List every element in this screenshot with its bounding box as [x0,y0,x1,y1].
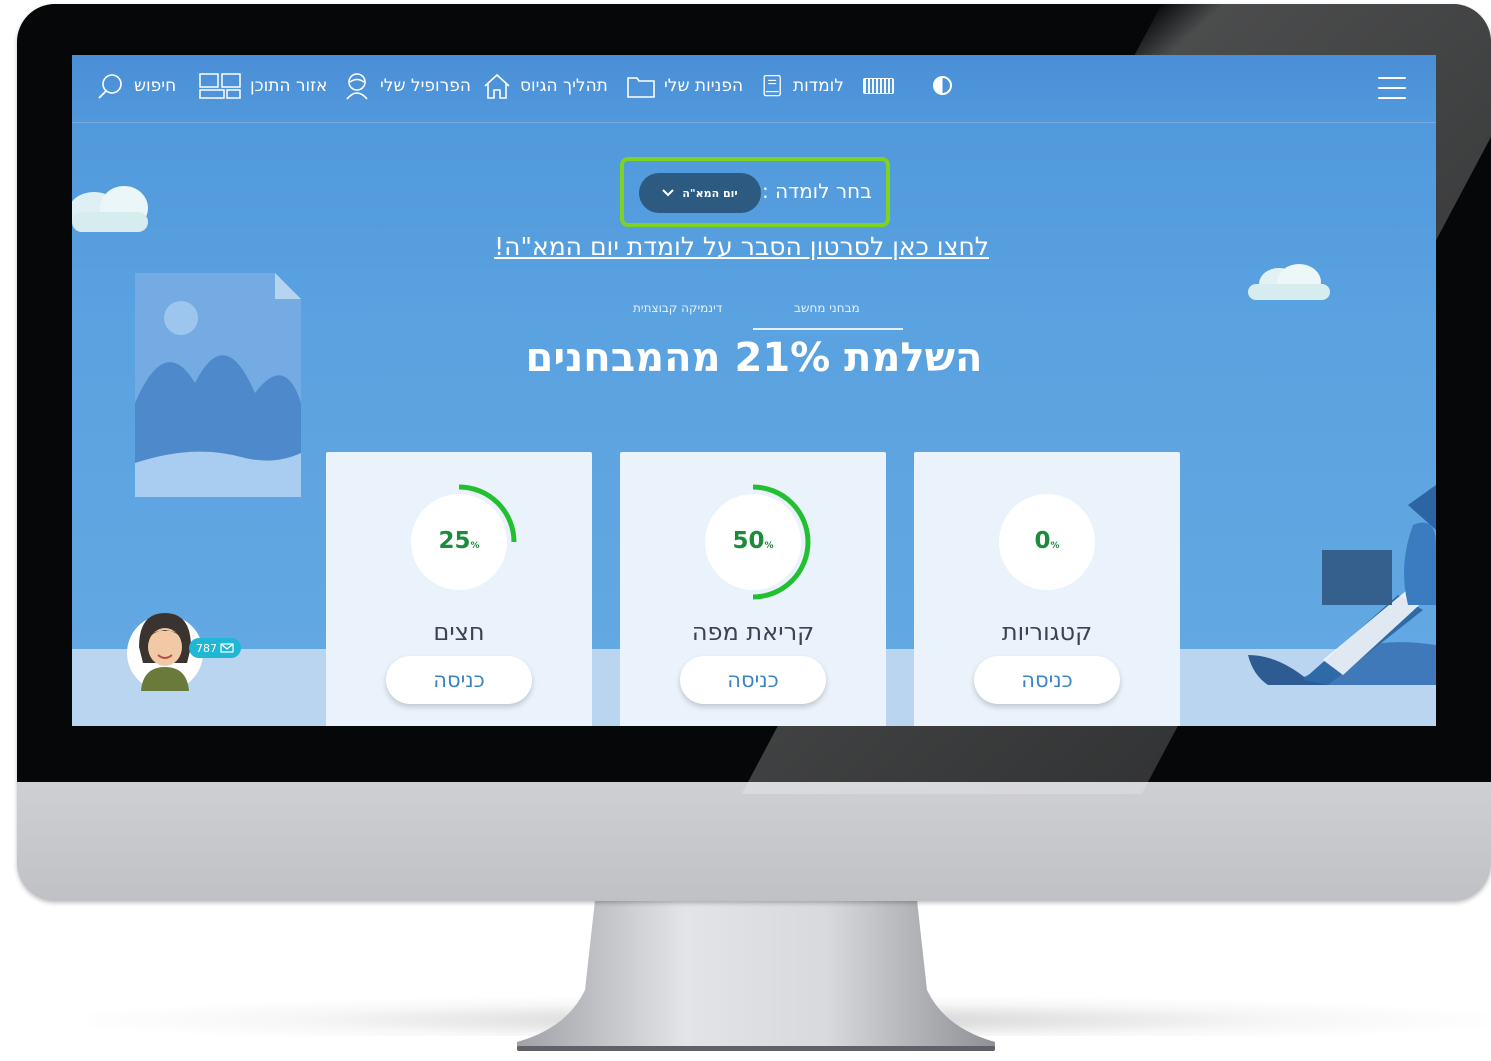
nav-inquiries[interactable]: הפניות שלי [626,71,743,101]
monitor-chin [17,782,1491,901]
search-icon [98,74,122,99]
messages-count: 787 [196,641,217,655]
folder-icon [627,77,655,98]
chevron-down-icon [662,189,675,197]
nav-inquiries-label: הפניות שלי [664,76,744,96]
content-area-icon [199,73,241,99]
cloud-illustration [72,186,148,232]
nav-search[interactable]: חיפוש [96,71,176,101]
progress-percent-arrows: 25% [438,528,480,554]
enter-button-map-reading[interactable]: כניסה [680,656,826,704]
top-navigation-bar: לומדות הפניות שלי תהליך הגיוס הפרופיל של… [72,55,1436,123]
stage: לומדות הפניות שלי תהליך הגיוס הפרופיל של… [0,0,1491,1061]
cloud-illustration-right [1248,264,1330,300]
lomda-dropdown-value: יום המא"ה [682,186,738,200]
screen: לומדות הפניות שלי תהליך הגיוס הפרופיל של… [72,55,1436,726]
enter-button-categories[interactable]: כניסה [974,656,1120,704]
nav-lomdot[interactable]: לומדות [761,71,844,101]
profile-icon [346,73,368,100]
tab-computer-tests[interactable]: מבחני מחשב [794,301,860,315]
test-card-title-categories: קטגוריות [1001,618,1093,646]
test-card-title-map-reading: קריאת מפה [691,618,815,646]
keyboard-icon[interactable] [863,78,894,94]
nav-search-label: חיפוש [134,76,177,96]
home-icon [484,73,510,99]
test-card-categories: 0% קטגוריות כניסה [914,452,1180,726]
test-card-title-arrows: חצים [433,618,485,646]
tab-group-dynamics[interactable]: דינמיקה קבוצתית [633,301,722,315]
mail-icon [220,643,234,653]
nav-content-area-label: אזור התוכן [250,76,328,96]
lomda-dropdown[interactable]: יום המא"ה [639,173,761,213]
monitor-stand [517,900,995,1051]
person-with-laptop-illustration [1248,485,1436,685]
menu-icon[interactable] [1378,77,1406,99]
nav-profile[interactable]: הפרופיל שלי [342,71,471,101]
progress-percent-categories: 0% [1034,528,1060,554]
messages-badge[interactable]: 787 [189,638,241,658]
lomda-selector-label: בחר לומדה : [762,179,872,203]
contrast-icon[interactable] [933,76,952,95]
nav-process[interactable]: תהליך הגיוס [482,71,608,101]
landscape-picture-illustration [135,273,301,497]
test-card-arrows: 25% חצים כניסה [326,452,592,726]
test-card-map-reading: 50% קריאת מפה כניסה [620,452,886,726]
enter-button-arrows[interactable]: כניסה [386,656,532,704]
document-icon [763,74,781,97]
active-tab-indicator [753,328,903,330]
progress-percent-map-reading: 50% [732,528,774,554]
nav-content-area[interactable]: אזור התוכן [198,71,327,101]
nav-process-label: תהליך הגיוס [520,76,608,96]
explainer-video-link[interactable]: לחצו כאן לסרטון הסבר על לומדת יום המא"ה! [494,232,989,261]
nav-profile-label: הפרופיל שלי [380,76,471,96]
completion-headline: השלמת 21% מהמבחנים [525,335,983,381]
nav-lomdot-label: לומדות [793,76,844,96]
